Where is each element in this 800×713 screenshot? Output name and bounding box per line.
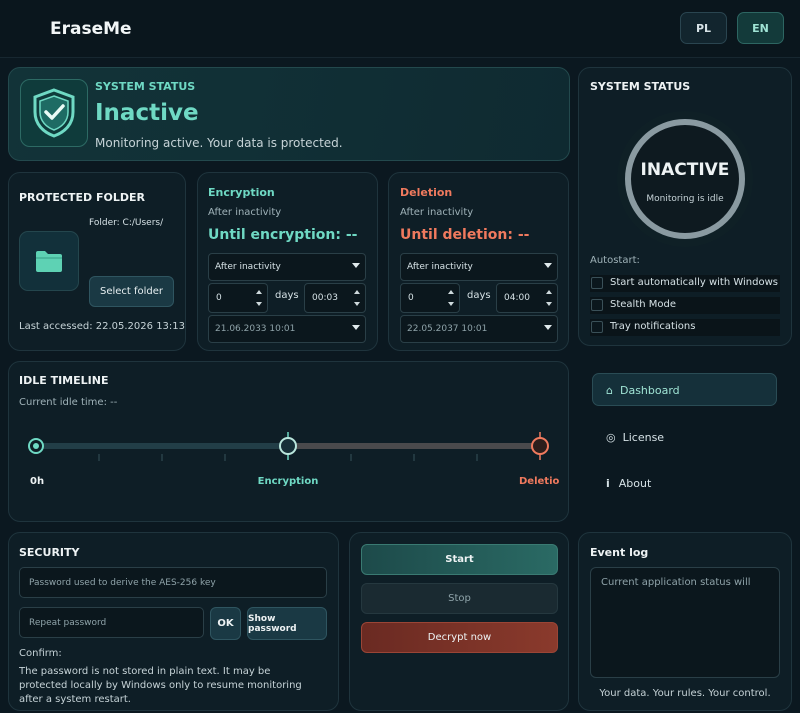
autostart-label: Autostart: [590, 255, 640, 266]
deletion-subtitle: After inactivity [400, 207, 474, 218]
nav-about[interactable]: i About [606, 477, 651, 490]
spin-down-icon[interactable] [354, 302, 360, 306]
deletion-days-spinner[interactable]: 0 [400, 283, 460, 313]
decrypt-now-button[interactable]: Decrypt now [361, 622, 558, 653]
password-input[interactable]: Password used to derive the AES-256 key [19, 567, 327, 598]
last-accessed: Last accessed: 22.05.2026 13:13 [19, 321, 186, 332]
stealth-checkbox[interactable] [591, 299, 603, 311]
spin-up-icon[interactable] [256, 290, 262, 294]
encryption-time-value: 00:03 [312, 293, 338, 303]
folder-icon-box [19, 231, 79, 291]
ok-button[interactable]: OK [210, 607, 241, 640]
folder-title: PROTECTED FOLDER [19, 191, 145, 204]
nav-license-label: License [622, 431, 665, 444]
deletion-time-spinner[interactable]: 04:00 [496, 283, 558, 313]
spin-down-icon[interactable] [256, 302, 262, 306]
deletion-mode-select[interactable]: After inactivity [400, 253, 558, 281]
nav-license[interactable]: ◎ License [606, 431, 664, 444]
encryption-countdown: Until encryption: -- [208, 227, 358, 243]
encryption-days-label: days [275, 290, 299, 301]
stealth-option-label: Stealth Mode [610, 299, 677, 310]
spin-down-icon[interactable] [546, 302, 552, 306]
tray-option-label: Tray notifications [610, 321, 696, 332]
autostart-checkbox[interactable] [591, 277, 603, 289]
shield-icon [33, 88, 75, 138]
encryption-title: Encryption [208, 186, 275, 199]
deletion-date-select[interactable]: 22.05.2037 10:01 [400, 315, 558, 343]
chevron-down-icon [352, 263, 360, 268]
deletion-time-value: 04:00 [504, 293, 530, 303]
app-title: EraseMe [50, 19, 132, 39]
autostart-option-label: Start automatically with Windows [610, 277, 778, 288]
timeline-deletion-marker [531, 437, 549, 455]
chevron-down-icon [544, 263, 552, 268]
event-log-text: Current application status will [601, 577, 751, 588]
deletion-title: Deletion [400, 186, 453, 199]
timeline-label-start: 0h [30, 476, 45, 487]
hero-message: Monitoring active. Your data is protecte… [95, 136, 343, 150]
encryption-mode-select[interactable]: After inactivity [208, 253, 366, 281]
timeline-track [28, 432, 549, 461]
show-password-button[interactable]: Show password [247, 607, 327, 640]
gauge-label: INACTIVE [640, 160, 730, 180]
event-log-footer: Your data. Your rules. Your control. [599, 688, 771, 699]
hero-eyebrow: SYSTEM STATUS [95, 80, 196, 93]
folder-path: Folder: C:/Users/ [89, 218, 164, 228]
spin-down-icon[interactable] [448, 302, 454, 306]
timeline-deletion-segment [288, 443, 540, 449]
deletion-countdown: Until deletion: -- [400, 227, 530, 243]
confirm-label: Confirm: [19, 648, 62, 659]
timeline-encryption-marker [279, 437, 297, 455]
event-log-title: Event log [590, 546, 649, 559]
encryption-date-value: 21.06.2033 10:01 [215, 324, 296, 334]
deletion-mode-value: After inactivity [407, 262, 473, 272]
tray-checkbox[interactable] [591, 321, 603, 333]
spin-up-icon[interactable] [354, 290, 360, 294]
timeline-encryption-segment [36, 443, 288, 449]
spin-up-icon[interactable] [448, 290, 454, 294]
security-note: The password is not stored in plain text… [19, 666, 302, 705]
deletion-date-value: 22.05.2037 10:01 [407, 324, 488, 334]
encryption-subtitle: After inactivity [208, 207, 282, 218]
folder-icon [36, 251, 62, 272]
nav-about-label: About [618, 477, 652, 490]
eye-icon: ◎ [606, 431, 616, 444]
lang-en-button[interactable]: EN [737, 12, 784, 44]
deletion-days-value: 0 [408, 293, 414, 303]
encryption-days-value: 0 [216, 293, 222, 303]
chevron-down-icon [352, 325, 360, 330]
event-log-box[interactable]: Current application status will [590, 567, 780, 678]
encryption-days-spinner[interactable]: 0 [208, 283, 268, 313]
encryption-time-spinner[interactable]: 00:03 [304, 283, 366, 313]
timeline-label-deletion: Deletion [519, 476, 559, 487]
start-button[interactable]: Start [361, 544, 558, 575]
info-icon: i [606, 477, 610, 490]
timeline-current: Current idle time: -- [19, 397, 118, 408]
lang-pl-button[interactable]: PL [680, 12, 727, 44]
hero-status-text: Inactive [95, 100, 199, 126]
gauge-sublabel: Monitoring is idle [646, 194, 724, 204]
select-folder-button[interactable]: Select folder [89, 276, 174, 307]
status-panel-title: SYSTEM STATUS [590, 80, 691, 93]
nav-dashboard-label: Dashboard [619, 384, 680, 397]
encryption-date-select[interactable]: 21.06.2033 10:01 [208, 315, 366, 343]
encryption-mode-value: After inactivity [215, 262, 281, 272]
timeline-label-encryption: Encryption [257, 476, 319, 487]
timeline-title: IDLE TIMELINE [19, 374, 109, 387]
spin-up-icon[interactable] [546, 290, 552, 294]
shield-icon-box [20, 79, 88, 147]
nav-dashboard-row: ⌂ Dashboard [606, 384, 680, 397]
repeat-password-input[interactable]: Repeat password [19, 607, 204, 638]
chevron-down-icon [544, 325, 552, 330]
home-icon: ⌂ [606, 384, 613, 397]
deletion-days-label: days [467, 290, 491, 301]
stop-button[interactable]: Stop [361, 583, 558, 614]
security-title: SECURITY [19, 546, 80, 559]
